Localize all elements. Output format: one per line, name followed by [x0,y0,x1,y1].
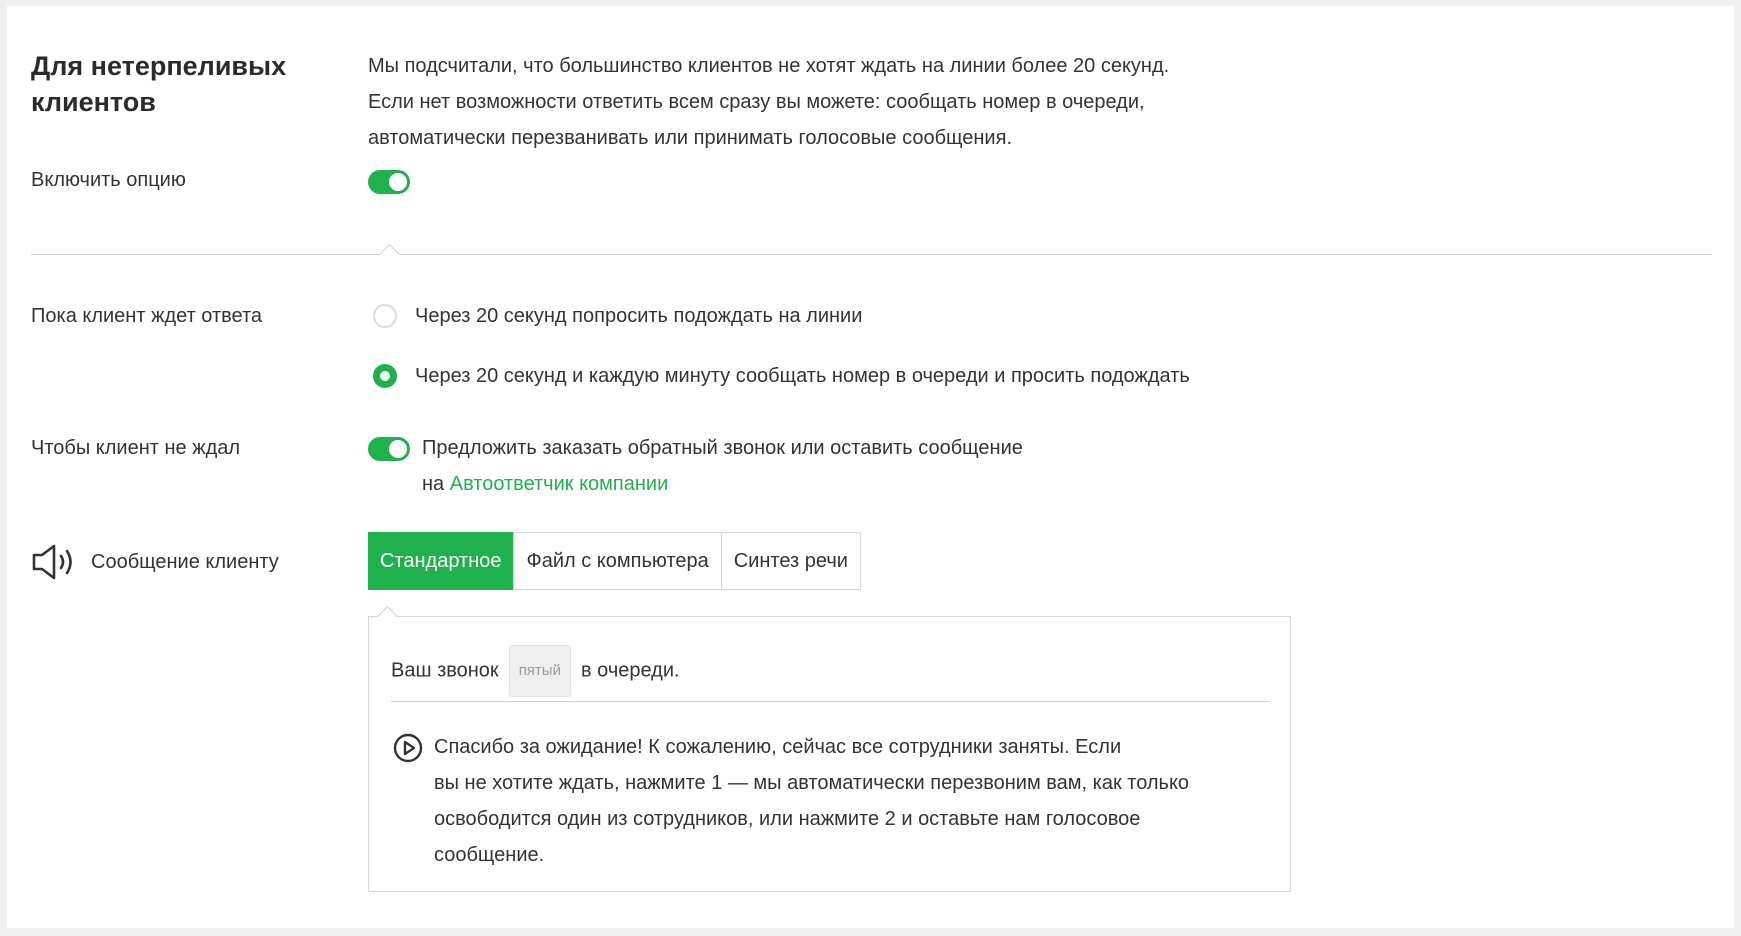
queue-text-after: в очереди. [580,659,680,682]
message-line: вы не хотите ждать, нажмите 1 — мы автом… [434,772,1190,794]
voice-message-text: Спасибо за ожидание! К сожалению, сейчас… [434,729,1274,873]
divider-notch [378,243,401,266]
tab-standard[interactable]: Стандартное [368,532,514,590]
description-line: Если нет возможности ответить всем сразу… [368,91,1145,113]
toggle-knob [389,173,407,191]
message-divider [391,701,1269,702]
tab-speech-synthesis[interactable]: Синтез речи [720,533,860,589]
queue-position-chip[interactable]: пятый [508,645,571,697]
callback-link-row: на Автоответчик компании [422,473,668,496]
message-line: Спасибо за ожидание! К сожалению, сейчас… [434,736,1122,758]
callback-text: Предложить заказать обратный звонок или … [422,437,1023,459]
message-line: сообщение. [434,844,545,866]
play-icon[interactable] [393,733,423,768]
waiting-label: Пока клиент ждет ответа [31,305,263,327]
tab-notch [376,605,399,628]
queue-message-row: Ваш звонок пятый в очереди. [391,645,680,697]
radio-ask-wait-label[interactable]: Через 20 секунд попросить подождать на л… [415,305,862,328]
queue-text-before: Ваш звонок [391,659,499,682]
callback-toggle[interactable] [368,437,410,461]
client-message-label: Сообщение клиенту [91,551,279,573]
settings-card: Для нетерпеливых клиентов Мы подсчитали,… [7,6,1734,928]
no-wait-label: Чтобы клиент не ждал [31,437,241,459]
section-title: Для нетерпеливых клиентов [31,51,287,117]
message-line: освободится один из сотрудников, или наж… [434,808,1141,830]
message-source-tabs: Стандартное Файл с компьютера Синтез реч… [368,532,861,590]
toggle-knob [389,440,407,458]
enable-option-label: Включить опцию [31,169,186,191]
radio-queue-position-label[interactable]: Через 20 секунд и каждую минуту сообщать… [415,365,1190,388]
speaker-icon [31,543,77,586]
description-line: Мы подсчитали, что большинство клиентов … [368,55,1170,77]
autoresponder-link[interactable]: Автоответчик компании [450,473,669,495]
section-divider [31,254,1712,255]
tab-file-upload[interactable]: Файл с компьютера [513,533,720,589]
message-preview-box: Ваш звонок пятый в очереди. Спасибо за ожи… [368,605,1291,892]
radio-ask-wait[interactable] [373,304,397,328]
radio-queue-position[interactable] [373,364,397,388]
description-line: автоматически перезванивать или принимат… [368,127,1012,149]
section-description: Мы подсчитали, что большинство клиентов … [368,48,1268,156]
callback-link-prefix: на [422,473,445,495]
enable-option-toggle[interactable] [368,170,410,194]
